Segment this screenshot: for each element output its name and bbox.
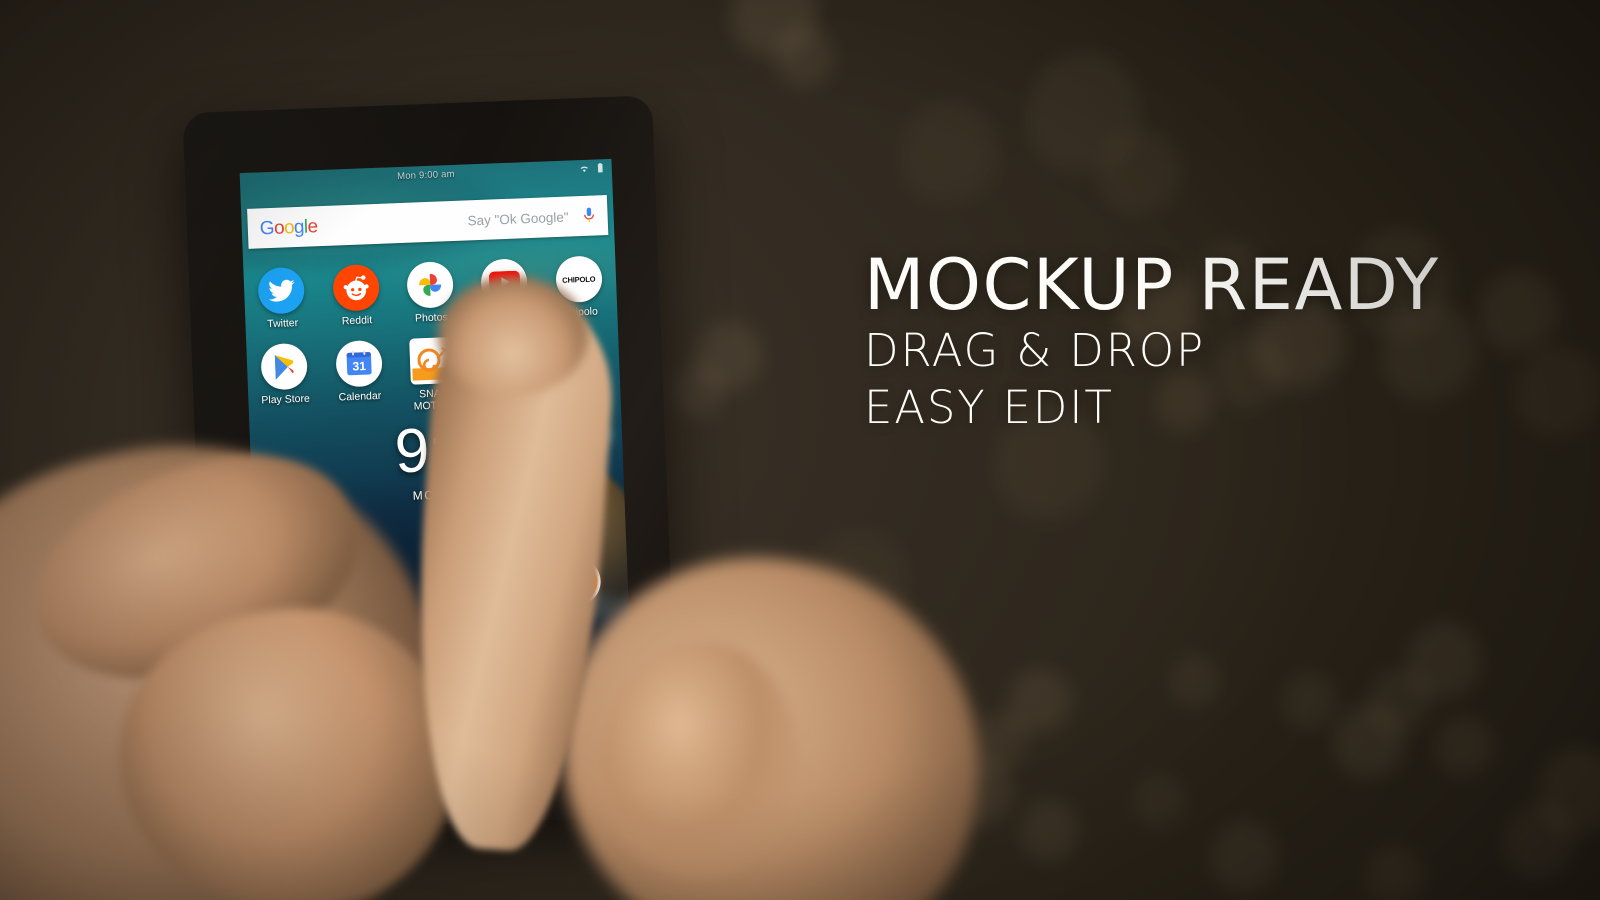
status-bar-icons bbox=[579, 162, 606, 174]
reddit-icon[interactable] bbox=[331, 263, 380, 312]
page-dot[interactable] bbox=[453, 655, 458, 660]
app-label: Chipolo bbox=[562, 305, 599, 319]
app-label: ...ote bbox=[296, 622, 321, 636]
chipolo-glyph: CHIPOLO bbox=[561, 274, 596, 285]
bokeh-circle bbox=[1334, 704, 1406, 785]
orange-app-icon[interactable] bbox=[551, 556, 603, 608]
app-evernote[interactable]: ...ote bbox=[269, 571, 345, 636]
bokeh-circle bbox=[775, 25, 835, 93]
youtube-icon[interactable] bbox=[480, 258, 529, 306]
bokeh-circle bbox=[826, 861, 894, 900]
bokeh-circle bbox=[1008, 668, 1072, 740]
app-photos[interactable]: Photos bbox=[392, 260, 469, 325]
bokeh-circle bbox=[1365, 845, 1425, 900]
bokeh-circle bbox=[1027, 52, 1143, 182]
bokeh-circle bbox=[705, 730, 765, 798]
phone-device: Mon 9:00 am Google Say "Ok Google" Twitt… bbox=[182, 95, 680, 833]
subtitle-line-2: EASY EDIT bbox=[864, 381, 1114, 434]
page-title: MOCKUP READY bbox=[864, 244, 1440, 326]
app-calendar[interactable]: 31 Calendar bbox=[321, 339, 398, 416]
app-label: Twitter bbox=[267, 317, 299, 331]
bokeh-circle bbox=[854, 634, 906, 693]
google-photos-icon[interactable] bbox=[406, 261, 454, 309]
slide-canvas: Mon 9:00 am Google Say "Ok Google" Twitt… bbox=[0, 0, 1600, 900]
app-label: SNAIL MOTION bbox=[413, 387, 456, 413]
app-row-1: Twitter Reddit Photos CHIPOLO Chipolo bbox=[243, 255, 617, 332]
app-chipolo[interactable]: CHIPOLO Chipolo bbox=[541, 255, 618, 320]
app-snail-motion[interactable]: SNAIL MOTION bbox=[395, 336, 472, 413]
bokeh-circle bbox=[1504, 804, 1576, 885]
page-indicator-dots bbox=[259, 648, 631, 666]
bokeh-circle bbox=[1211, 821, 1279, 898]
phone-screen[interactable]: Mon 9:00 am Google Say "Ok Google" Twitt… bbox=[239, 158, 635, 783]
microphone-icon[interactable] bbox=[582, 206, 596, 225]
clock-time: 9:0 bbox=[393, 414, 480, 487]
svg-text:31: 31 bbox=[352, 359, 366, 374]
bokeh-circle bbox=[1020, 800, 1080, 868]
app-drawer-icon[interactable] bbox=[504, 677, 553, 726]
app-reddit[interactable]: Reddit bbox=[318, 263, 395, 328]
app-label: Play Store bbox=[261, 392, 311, 407]
page-dot[interactable] bbox=[431, 655, 436, 661]
bokeh-circle bbox=[1282, 672, 1338, 735]
app-play-store[interactable]: Play Store bbox=[246, 342, 323, 419]
bokeh-circle bbox=[1538, 748, 1600, 843]
page-dot-active[interactable] bbox=[442, 655, 447, 660]
evernote-icon[interactable] bbox=[283, 571, 331, 620]
bokeh-circle bbox=[1169, 654, 1221, 713]
subtitle-line-1: DRAG & DROP bbox=[864, 324, 1205, 377]
bokeh-circle bbox=[1368, 668, 1432, 740]
bokeh-circle bbox=[1407, 622, 1483, 708]
bokeh-circle bbox=[972, 712, 1028, 775]
bokeh-circle bbox=[731, 0, 819, 65]
twitter-icon[interactable] bbox=[257, 266, 306, 315]
bokeh-circle bbox=[900, 100, 1000, 212]
wifi-icon bbox=[580, 166, 588, 173]
bokeh-circle bbox=[1098, 128, 1182, 223]
snail-motion-icon[interactable] bbox=[409, 336, 457, 385]
bokeh-circle bbox=[1516, 346, 1600, 445]
bokeh-circle bbox=[674, 364, 726, 423]
google-play-icon[interactable] bbox=[260, 342, 309, 391]
google-calendar-icon[interactable]: 31 bbox=[334, 339, 383, 388]
search-placeholder: Say "Ok Google" bbox=[467, 209, 569, 228]
app-twitter[interactable]: Twitter bbox=[243, 266, 320, 331]
app-youtube[interactable]: YouTube bbox=[466, 258, 543, 323]
bokeh-circle bbox=[1134, 774, 1186, 833]
gmail-icon[interactable] bbox=[340, 683, 389, 732]
app-label: Calendar bbox=[338, 389, 382, 404]
google-logo: Google bbox=[259, 215, 318, 239]
bokeh-circle bbox=[810, 530, 910, 642]
app-label: Photos bbox=[414, 311, 448, 325]
battery-icon bbox=[597, 163, 603, 173]
app-row-2: Play Store 31 Calendar SNAIL MOTION bbox=[246, 331, 621, 419]
dock bbox=[260, 674, 633, 734]
headline-block: MOCKUP READY DRAG & DROP EASY EDIT bbox=[864, 248, 1504, 436]
chipolo-icon[interactable]: CHIPOLO bbox=[554, 255, 603, 304]
bokeh-circle bbox=[1435, 715, 1495, 783]
bokeh-circle bbox=[946, 756, 1014, 833]
app-label: Reddit bbox=[341, 314, 373, 328]
clock-widget[interactable]: 9:0 MON, 2 bbox=[249, 413, 624, 509]
bokeh-circle bbox=[696, 321, 764, 398]
google-search-bar[interactable]: Google Say "Ok Google" bbox=[247, 195, 609, 249]
status-bar-text: Mon 9:00 am bbox=[396, 168, 455, 183]
